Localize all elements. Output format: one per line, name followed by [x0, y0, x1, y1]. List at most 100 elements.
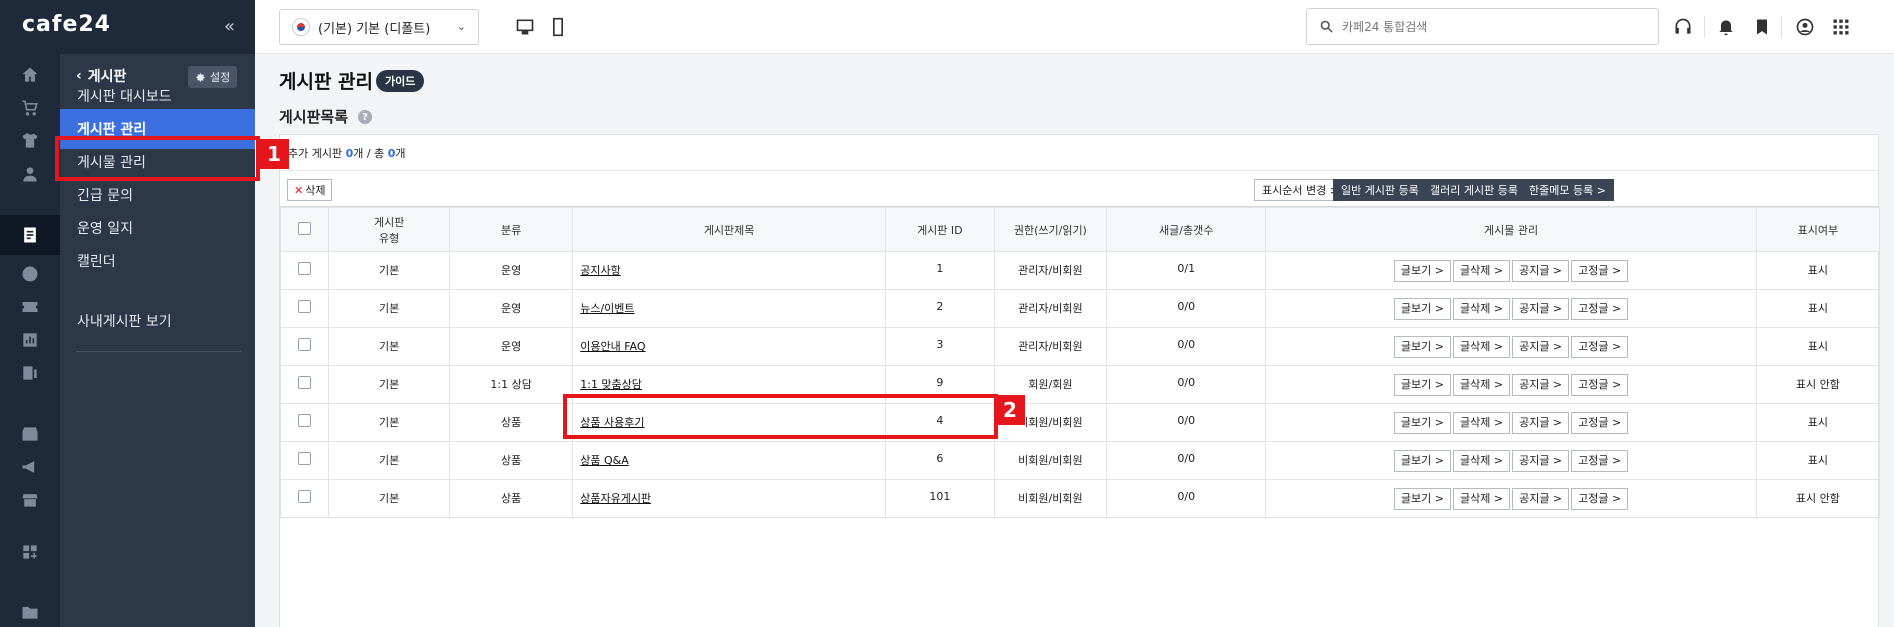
manage-button[interactable]: 공지글 > [1512, 298, 1570, 320]
board-permission: 비회원/비회원 [993, 479, 1108, 518]
collapse-sidebar-icon[interactable]: « [224, 16, 235, 37]
coupon-icon[interactable] [18, 295, 42, 319]
manage-button[interactable]: 글삭제 > [1453, 374, 1511, 396]
board-title-link[interactable]: 뉴스/이벤트 [580, 302, 634, 315]
select-all-checkbox[interactable] [298, 221, 312, 235]
cart-icon[interactable] [18, 96, 42, 120]
manage-button[interactable]: 글삭제 > [1453, 336, 1511, 358]
stats-icon[interactable] [18, 328, 42, 352]
row-select-cell [279, 327, 330, 366]
manage-button[interactable]: 공지글 > [1512, 488, 1570, 510]
sidebar-item-internal-board[interactable]: 사내게시판 보기 [60, 301, 255, 341]
post-manage-cell: 글보기 > 글삭제 > 공지글 > 고정글 > [1265, 327, 1757, 366]
manage-button[interactable]: 글보기 > [1393, 412, 1451, 434]
shop-selector[interactable]: (기본) 기본 (디폴트) ⌄ [279, 9, 479, 45]
annotation-box-1 [55, 136, 260, 181]
manage-button[interactable]: 고정글 > [1571, 260, 1629, 282]
post-manage-cell: 글보기 > 글삭제 > 공지글 > 고정글 > [1265, 403, 1757, 442]
board-title-link[interactable]: 1:1 맞춤상담 [580, 378, 642, 391]
manage-button[interactable]: 글보기 > [1393, 298, 1451, 320]
manage-button[interactable]: 글보기 > [1393, 374, 1451, 396]
board-post-count: 0/0 [1106, 365, 1267, 404]
user-icon[interactable] [18, 162, 42, 186]
manage-button[interactable]: 글보기 > [1393, 488, 1451, 510]
manage-button[interactable]: 공지글 > [1512, 374, 1570, 396]
manage-button[interactable]: 글삭제 > [1453, 412, 1511, 434]
row-checkbox[interactable] [298, 376, 312, 389]
manage-button[interactable]: 글삭제 > [1453, 260, 1511, 282]
col-header: 게시판 ID [885, 207, 995, 252]
board-display: 표시 [1755, 441, 1881, 480]
manage-button[interactable]: 고정글 > [1571, 450, 1629, 472]
row-checkbox[interactable] [298, 300, 312, 313]
row-checkbox[interactable] [298, 414, 312, 427]
account-icon[interactable] [1793, 15, 1817, 39]
shirt-icon[interactable] [18, 129, 42, 153]
mobile-view-icon[interactable] [546, 15, 570, 39]
row-checkbox[interactable] [298, 338, 312, 351]
cafe24-logo[interactable]: cafe24 [22, 12, 111, 37]
board-title-link[interactable]: 상품 Q&A [580, 454, 629, 467]
manage-button[interactable]: 고정글 > [1571, 298, 1629, 320]
board-title-link[interactable]: 상품자유게시판 [580, 492, 651, 505]
shop-icon[interactable] [18, 488, 42, 512]
manage-button[interactable]: 글삭제 > [1453, 488, 1511, 510]
desktop-view-icon[interactable] [513, 15, 537, 39]
manage-button[interactable]: 글보기 > [1393, 260, 1451, 282]
board-category: 상품 [449, 441, 574, 480]
board-title-link[interactable]: 이용안내 FAQ [580, 340, 645, 353]
apps-add-icon[interactable] [18, 540, 42, 564]
manage-button[interactable]: 글보기 > [1393, 450, 1451, 472]
board-icon[interactable] [18, 223, 42, 247]
board-category: 상품 [449, 403, 574, 442]
bookmark-icon[interactable] [1750, 15, 1774, 39]
device-icon[interactable] [18, 361, 42, 385]
palette-icon[interactable] [18, 262, 42, 286]
add-memo-board-button[interactable]: 한줄메모 등록 > [1521, 179, 1614, 201]
manage-button[interactable]: 글삭제 > [1453, 450, 1511, 472]
board-category: 운영 [449, 327, 574, 366]
search-input[interactable] [1342, 19, 1632, 34]
manage-button[interactable]: 공지글 > [1512, 260, 1570, 282]
board-table: 게시판 유형 분류 게시판제목 게시판 ID 권한(쓰기/읽기) 새글/총갯수 … [279, 207, 1881, 518]
board-display: 표시 [1755, 327, 1881, 366]
row-checkbox[interactable] [298, 262, 312, 275]
row-checkbox[interactable] [298, 490, 312, 503]
store-icon[interactable] [18, 422, 42, 446]
board-post-count: 0/0 [1106, 441, 1267, 480]
post-manage-cell: 글보기 > 글삭제 > 공지글 > 고정글 > [1265, 365, 1757, 404]
guide-badge[interactable]: 가이드 [376, 70, 425, 92]
folder-icon[interactable] [18, 600, 42, 624]
board-type: 기본 [328, 289, 451, 328]
col-header: 게시판 유형 [328, 207, 451, 252]
bell-icon[interactable] [1714, 15, 1738, 39]
col-header: 표시여부 [1755, 207, 1881, 252]
help-icon[interactable]: ? [358, 110, 372, 124]
row-select-cell [279, 251, 330, 290]
megaphone-icon[interactable] [18, 455, 42, 479]
manage-button[interactable]: 고정글 > [1571, 374, 1629, 396]
manage-button[interactable]: 글삭제 > [1453, 298, 1511, 320]
row-select-cell [279, 289, 330, 328]
board-id: 1 [885, 251, 995, 290]
manage-button[interactable]: 공지글 > [1512, 412, 1570, 434]
board-title-link[interactable]: 공지사항 [580, 264, 620, 277]
table-row: 기본 상품 상품 사용후기 4 비회원/비회원 0/0 글보기 > 글삭제 > 공지글 > 고정글… [279, 403, 1881, 442]
delete-button[interactable]: ✕ 삭제 [287, 179, 333, 201]
headset-icon[interactable] [1671, 15, 1695, 39]
manage-button[interactable]: 고정글 > [1571, 488, 1629, 510]
annotation-box-2 [563, 394, 998, 439]
sidebar-item-calendar[interactable]: 캘린더 [60, 241, 255, 281]
row-select-cell [279, 479, 330, 518]
search-box[interactable] [1306, 8, 1659, 45]
row-select-cell [279, 441, 330, 480]
manage-button[interactable]: 글보기 > [1393, 336, 1451, 358]
home-icon[interactable] [18, 63, 42, 87]
row-checkbox[interactable] [298, 452, 312, 465]
manage-button[interactable]: 고정글 > [1571, 336, 1629, 358]
manage-button[interactable]: 공지글 > [1512, 450, 1570, 472]
board-display: 표시 [1755, 251, 1881, 290]
apps-grid-icon[interactable] [1829, 15, 1853, 39]
manage-button[interactable]: 공지글 > [1512, 336, 1570, 358]
manage-button[interactable]: 고정글 > [1571, 412, 1629, 434]
